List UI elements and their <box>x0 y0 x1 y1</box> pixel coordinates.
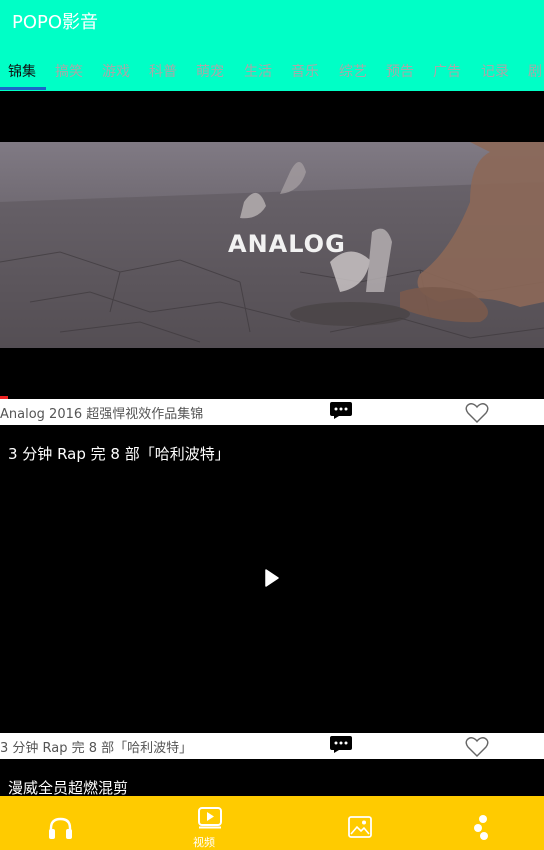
app-header: POPO影音 锦集 搞笑 游戏 科普 萌宠 生活 音乐 综艺 预告 广告 记录 … <box>0 0 544 91</box>
active-tab-indicator <box>0 87 46 90</box>
video-player-2[interactable]: 3 分钟 Rap 完 8 部「哈利波特」 <box>0 425 544 733</box>
nav-item-more[interactable] <box>408 796 544 850</box>
video-title[interactable]: 3 分钟 Rap 完 8 部「哈利波特」 <box>0 737 192 756</box>
tab-trailers[interactable]: 预告 <box>386 62 414 82</box>
comment-icon[interactable] <box>330 736 352 753</box>
tab-records[interactable]: 记录 <box>481 62 509 82</box>
tab-pets[interactable]: 萌宠 <box>196 62 224 82</box>
video-play-icon <box>198 807 222 829</box>
heart-icon[interactable] <box>465 737 489 757</box>
video-overlay-title: 漫威全员超燃混剪 <box>8 779 129 796</box>
video-player-1[interactable]: ANALOG <box>0 91 544 399</box>
app-title: POPO影音 <box>12 12 99 33</box>
image-icon <box>348 816 372 838</box>
headphones-icon <box>49 817 72 839</box>
tab-funny[interactable]: 搞笑 <box>55 62 83 82</box>
video-info-bar-2: 3 分钟 Rap 完 8 部「哈利波特」 <box>0 733 544 759</box>
video-title[interactable]: Analog 2016 超强悍视效作品集锦 <box>0 403 203 422</box>
tab-drama[interactable]: 剧 <box>528 62 542 82</box>
bottom-navigation: 视频 <box>0 796 544 850</box>
video-info-bar-1: Analog 2016 超强悍视效作品集锦 <box>0 399 544 425</box>
comment-icon[interactable] <box>330 402 352 419</box>
tab-life[interactable]: 生活 <box>244 62 272 82</box>
video-overlay-title: ANALOG <box>228 230 346 258</box>
play-icon[interactable] <box>264 569 280 587</box>
tab-highlights[interactable]: 锦集 <box>8 62 36 82</box>
tab-ads[interactable]: 广告 <box>433 62 461 82</box>
tab-music[interactable]: 音乐 <box>291 62 319 82</box>
nav-item-video[interactable]: 视频 <box>136 796 272 850</box>
tab-variety[interactable]: 综艺 <box>339 62 367 82</box>
nav-item-images[interactable] <box>272 796 408 850</box>
tab-science[interactable]: 科普 <box>149 62 177 82</box>
heart-icon[interactable] <box>465 403 489 423</box>
video-list[interactable]: ANALOG Analog 2016 超强悍视效作品集锦 3 分钟 Rap 完 … <box>0 91 544 796</box>
tab-games[interactable]: 游戏 <box>102 62 130 82</box>
video-overlay-title: 3 分钟 Rap 完 8 部「哈利波特」 <box>8 445 230 463</box>
video-thumbnail: ANALOG <box>0 142 544 348</box>
more-dots-icon <box>474 815 488 840</box>
nav-item-audio[interactable] <box>0 796 136 850</box>
nav-label-video: 视频 <box>193 836 215 849</box>
